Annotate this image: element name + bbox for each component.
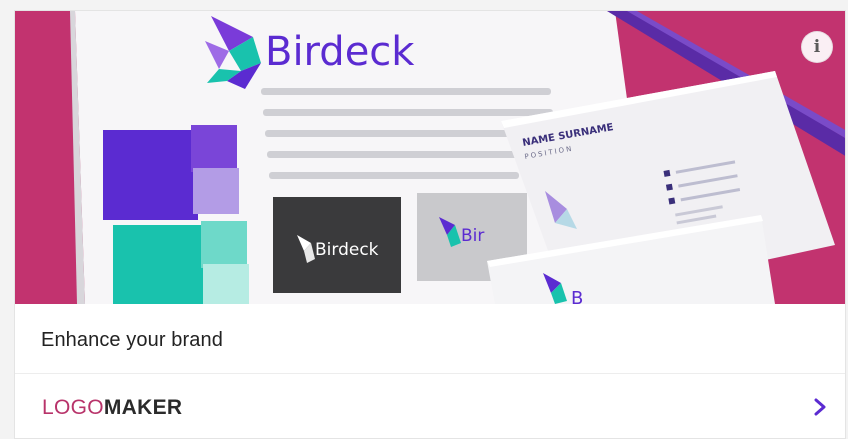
- front-card-logo-text: B: [571, 288, 583, 304]
- logomaker-maker-part: MAKER: [103, 396, 183, 419]
- chevron-right-icon[interactable]: [811, 398, 829, 416]
- info-icon: i: [813, 36, 821, 57]
- logomaker-logo-part: LOGO: [42, 396, 104, 419]
- brand-name-text: Birdeck: [265, 29, 415, 75]
- card-caption: Enhance your brand: [41, 329, 223, 351]
- light-tile-logo-text: Bir: [461, 226, 484, 246]
- logomaker-wordmark: LOGOMAKER: [42, 396, 182, 420]
- dark-tile-logo-text: Birdeck: [315, 240, 379, 260]
- hero-image[interactable]: Birdeck Birdeck Bir NAME SURNAME POSITIO…: [15, 11, 845, 304]
- promo-card[interactable]: Birdeck Birdeck Bir NAME SURNAME POSITIO…: [14, 10, 846, 439]
- brand-mockup-illustration: Birdeck Birdeck Bir NAME SURNAME POSITIO…: [15, 11, 845, 304]
- logomaker-link[interactable]: LOGOMAKER: [15, 374, 845, 438]
- info-button[interactable]: i: [801, 31, 833, 63]
